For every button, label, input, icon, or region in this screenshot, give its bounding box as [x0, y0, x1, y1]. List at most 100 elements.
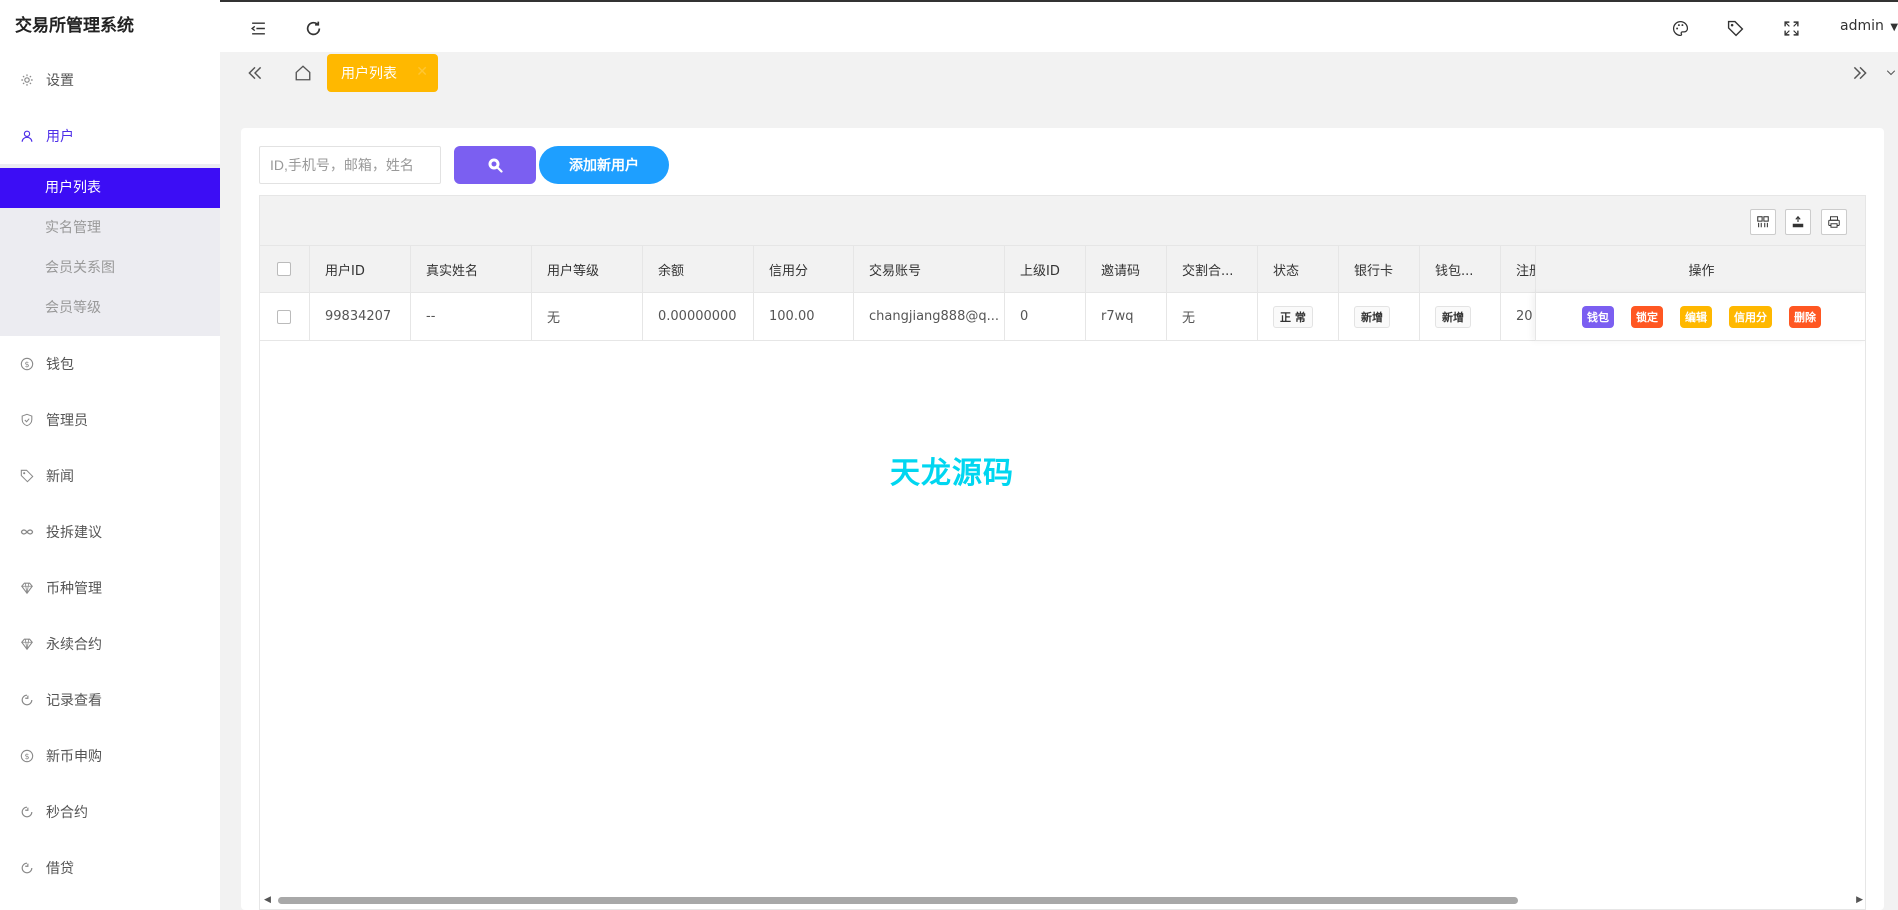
- user-icon: [20, 129, 34, 143]
- sidebar-item-member-level[interactable]: 会员等级: [0, 288, 220, 328]
- sidebar-item-currency[interactable]: 币种管理: [0, 560, 220, 616]
- add-wallet-button[interactable]: 新增: [1435, 305, 1471, 328]
- cell-parent-id: 0: [1005, 293, 1086, 340]
- app-title: 交易所管理系统: [15, 16, 134, 36]
- sidebar-item-label: 管理员: [46, 413, 88, 429]
- watermark: 天龙源码: [890, 456, 1014, 491]
- cell-credit: 100.00: [754, 293, 854, 340]
- header-cell[interactable]: 邀请码: [1086, 246, 1167, 292]
- sidebar-item-label: 钱包: [46, 357, 74, 373]
- header-cell-ops: 操作: [1535, 246, 1865, 293]
- credit-button[interactable]: 信用分: [1729, 305, 1772, 328]
- add-user-button[interactable]: 添加新用户: [539, 146, 669, 184]
- header-cell[interactable]: 交易账号: [854, 246, 1005, 292]
- sidebar-menu: 设置 用户 用户列表 实名管理 会员关系图 会员等级 $ 钱包 管理员 新闻 投…: [0, 52, 220, 896]
- sidebar-item-member-graph[interactable]: 会员关系图: [0, 248, 220, 288]
- search-input[interactable]: [259, 146, 441, 184]
- tab-scroll-right-icon[interactable]: [1847, 60, 1873, 86]
- sidebar-item-real-name[interactable]: 实名管理: [0, 208, 220, 248]
- svg-text:$: $: [24, 360, 29, 369]
- close-icon[interactable]: ✕: [416, 64, 428, 80]
- cell-status: 正 常: [1258, 293, 1339, 340]
- sidebar-item-wallet[interactable]: $ 钱包: [0, 336, 220, 392]
- sidebar-item-perpetual[interactable]: 永续合约: [0, 616, 220, 672]
- sidebar-item-news[interactable]: 新闻: [0, 448, 220, 504]
- tag-icon: [20, 469, 34, 483]
- sidebar-item-loan[interactable]: 借贷: [0, 840, 220, 896]
- scroll-left-icon[interactable]: ◀: [264, 895, 271, 905]
- header-cell[interactable]: 交割合...: [1167, 246, 1258, 292]
- link-icon: [20, 525, 34, 539]
- row-cell-select: [260, 293, 310, 340]
- sidebar-item-ipo[interactable]: $ 新币申购: [0, 728, 220, 784]
- search-icon: [488, 158, 503, 173]
- header-cell[interactable]: 状态: [1258, 246, 1339, 292]
- delete-button[interactable]: 删除: [1789, 305, 1821, 328]
- sidebar-item-label: 永续合约: [46, 637, 102, 653]
- tab-bar: 用户列表 ✕: [220, 52, 1898, 92]
- header-cell[interactable]: 用户ID: [310, 246, 411, 292]
- search-button[interactable]: [454, 146, 536, 184]
- caret-down-icon: ▼: [1890, 22, 1898, 33]
- refresh-icon[interactable]: [303, 18, 323, 38]
- header-cell[interactable]: 用户等级: [532, 246, 643, 292]
- scroll-right-icon[interactable]: ▶: [1856, 895, 1863, 905]
- tab-user-list[interactable]: 用户列表 ✕: [327, 54, 438, 92]
- header-cell[interactable]: 余额: [643, 246, 754, 292]
- horizontal-scrollbar[interactable]: ◀ ▶: [260, 895, 1865, 905]
- refresh-icon: [20, 805, 34, 819]
- header-cell[interactable]: 银行卡: [1339, 246, 1420, 292]
- sidebar-item-label: 借贷: [46, 861, 74, 877]
- wallet-button[interactable]: 钱包: [1582, 305, 1614, 328]
- header-cell-select: [260, 246, 310, 292]
- cell-delivery: 无: [1167, 293, 1258, 340]
- fullscreen-icon[interactable]: [1781, 18, 1801, 38]
- tab-menu-chevron-icon[interactable]: [1885, 60, 1897, 86]
- sidebar-item-records[interactable]: 记录查看: [0, 672, 220, 728]
- refresh-icon: [20, 693, 34, 707]
- row-ops: 钱包 锁定 编辑 信用分 删除: [1535, 293, 1865, 341]
- sidebar-item-label: 币种管理: [46, 581, 102, 597]
- table-toolbar: [260, 196, 1865, 246]
- status-badge[interactable]: 正 常: [1273, 305, 1313, 328]
- user-table: 用户ID 真实姓名 用户等级 余额 信用分 交易账号 上级ID 邀请码 交割合.…: [259, 195, 1866, 910]
- refresh-icon: [20, 861, 34, 875]
- sidebar-item-users[interactable]: 用户: [0, 108, 220, 164]
- tab-label: 用户列表: [341, 66, 397, 82]
- export-icon[interactable]: [1785, 209, 1811, 235]
- edit-button[interactable]: 编辑: [1680, 305, 1712, 328]
- scrollbar-thumb[interactable]: [278, 897, 1518, 904]
- sidebar-item-user-list[interactable]: 用户列表: [0, 168, 220, 208]
- tag-icon[interactable]: [1725, 18, 1745, 38]
- header-cell[interactable]: 上级ID: [1005, 246, 1086, 292]
- sidebar-item-label: 用户: [46, 129, 74, 145]
- row-checkbox[interactable]: [277, 309, 291, 324]
- header-cell[interactable]: 信用分: [754, 246, 854, 292]
- header-cell[interactable]: 钱包...: [1420, 246, 1501, 292]
- tab-scroll-left-icon[interactable]: [242, 60, 268, 86]
- sidebar-item-label: 新闻: [46, 469, 74, 485]
- sidebar-item-feedback[interactable]: 投拆建议: [0, 504, 220, 560]
- cell-invite-code: r7wq: [1086, 293, 1167, 340]
- add-bank-button[interactable]: 新增: [1354, 305, 1390, 328]
- cell-real-name: --: [411, 293, 532, 340]
- user-menu[interactable]: admin ▼: [1840, 18, 1898, 34]
- sidebar-item-settings[interactable]: 设置: [0, 52, 220, 108]
- diamond-icon: [20, 581, 34, 595]
- lock-button[interactable]: 锁定: [1631, 305, 1663, 328]
- sidebar-item-second-contract[interactable]: 秒合约: [0, 784, 220, 840]
- dollar-icon: $: [20, 357, 34, 371]
- sidebar-item-admin[interactable]: 管理员: [0, 392, 220, 448]
- main-card: 添加新用户 用户ID 真实姓名 用户等级 余额 信用分 交易账号 上级ID 邀请…: [241, 128, 1884, 910]
- theme-palette-icon[interactable]: [1670, 18, 1690, 38]
- submenu-users: 用户列表 实名管理 会员关系图 会员等级: [0, 164, 220, 336]
- diamond-icon: [20, 637, 34, 651]
- select-all-checkbox[interactable]: [277, 262, 291, 276]
- cell-balance: 0.00000000: [643, 293, 754, 340]
- print-icon[interactable]: [1821, 209, 1847, 235]
- home-icon[interactable]: [290, 60, 316, 86]
- columns-filter-icon[interactable]: [1750, 209, 1776, 235]
- header-cell[interactable]: 真实姓名: [411, 246, 532, 292]
- collapse-menu-icon[interactable]: [248, 18, 268, 38]
- shield-icon: [20, 413, 34, 427]
